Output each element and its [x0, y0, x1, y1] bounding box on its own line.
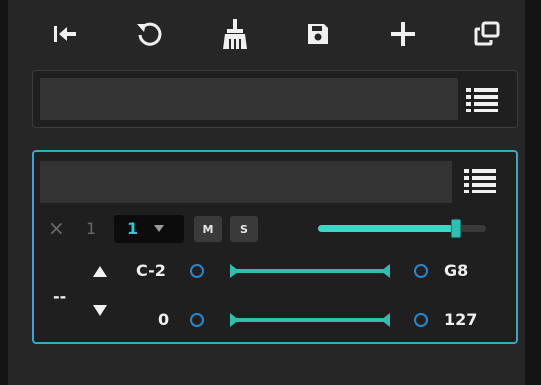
note-range-slider[interactable]	[230, 261, 390, 281]
go-start-icon	[54, 26, 76, 42]
note-low-value: C-2	[136, 261, 166, 280]
solo-button[interactable]: S	[230, 216, 258, 242]
go-start-button[interactable]	[43, 14, 87, 54]
search-row	[32, 70, 518, 128]
plus-icon	[391, 22, 415, 46]
search-input[interactable]	[40, 78, 458, 120]
toolbar	[8, 0, 525, 64]
velocity-high-reset-icon[interactable]	[414, 313, 428, 327]
velocity-low-reset-icon[interactable]	[190, 313, 204, 327]
add-button[interactable]	[381, 14, 425, 54]
list-menu-button[interactable]	[462, 79, 502, 119]
volume-fill	[318, 225, 456, 232]
track-index: 1	[86, 219, 97, 238]
range-bar	[234, 269, 386, 273]
track-name-input[interactable]	[40, 161, 452, 203]
range-end-handle[interactable]	[381, 313, 390, 327]
octave-down-icon[interactable]	[93, 305, 107, 316]
track-card: × 1 1 M S -- C-2 G8 0 127	[32, 150, 518, 344]
velocity-low-value: 0	[158, 310, 170, 329]
octave-up-icon[interactable]	[93, 266, 107, 277]
track-menu-button[interactable]	[460, 160, 500, 200]
save-button[interactable]	[296, 14, 340, 54]
undo-button[interactable]	[127, 14, 171, 54]
remove-track-button[interactable]: ×	[48, 218, 65, 238]
velocity-range-slider[interactable]	[230, 310, 390, 330]
duplicate-icon	[474, 21, 500, 46]
clear-button[interactable]	[213, 14, 257, 54]
list-icon	[464, 169, 496, 193]
note-high-value: G8	[444, 261, 469, 280]
broom-icon	[223, 19, 247, 49]
volume-thumb[interactable]	[451, 219, 461, 238]
range-bar	[234, 318, 386, 322]
chevron-down-icon	[154, 225, 164, 232]
velocity-high-value: 127	[444, 310, 478, 329]
track-panel: × 1 1 M S -- C-2 G8 0 127	[8, 0, 525, 385]
list-icon	[466, 88, 498, 112]
volume-slider[interactable]	[318, 219, 486, 238]
channel-value: 1	[127, 219, 139, 238]
duplicate-button[interactable]	[465, 14, 509, 54]
note-high-reset-icon[interactable]	[414, 264, 428, 278]
undo-icon	[137, 22, 162, 46]
save-icon	[308, 24, 328, 44]
transpose-value: --	[53, 287, 67, 306]
range-end-handle[interactable]	[381, 264, 390, 278]
note-low-reset-icon[interactable]	[190, 264, 204, 278]
mute-button[interactable]: M	[194, 216, 222, 242]
channel-select[interactable]: 1	[114, 215, 184, 243]
